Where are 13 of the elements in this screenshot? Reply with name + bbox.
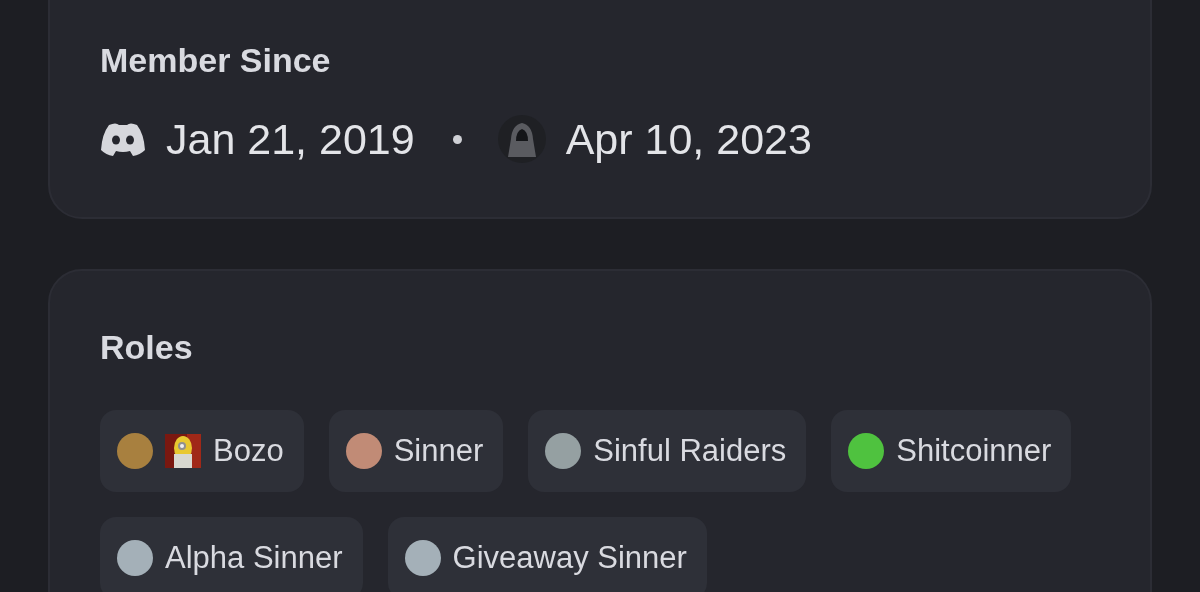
separator-dot bbox=[452, 134, 462, 144]
role-chip[interactable]: Bozo bbox=[100, 410, 304, 492]
section-heading: Member Since bbox=[100, 42, 332, 78]
date-text: Apr 10, 2023 bbox=[565, 114, 812, 165]
hooded-figure-icon bbox=[497, 115, 546, 163]
role-chip[interactable]: Sinner bbox=[328, 410, 504, 492]
game-controller-icon bbox=[100, 122, 146, 156]
date-text: Jan 21, 2019 bbox=[166, 114, 415, 165]
role-chip[interactable]: Giveaway Sinner bbox=[387, 517, 707, 592]
role-chip[interactable]: Alpha Sinner bbox=[100, 517, 363, 592]
role-chip[interactable]: Sinful Raiders bbox=[528, 410, 807, 492]
section-heading: Roles bbox=[100, 329, 194, 365]
role-chip[interactable]: Shitcoinner bbox=[831, 410, 1072, 492]
